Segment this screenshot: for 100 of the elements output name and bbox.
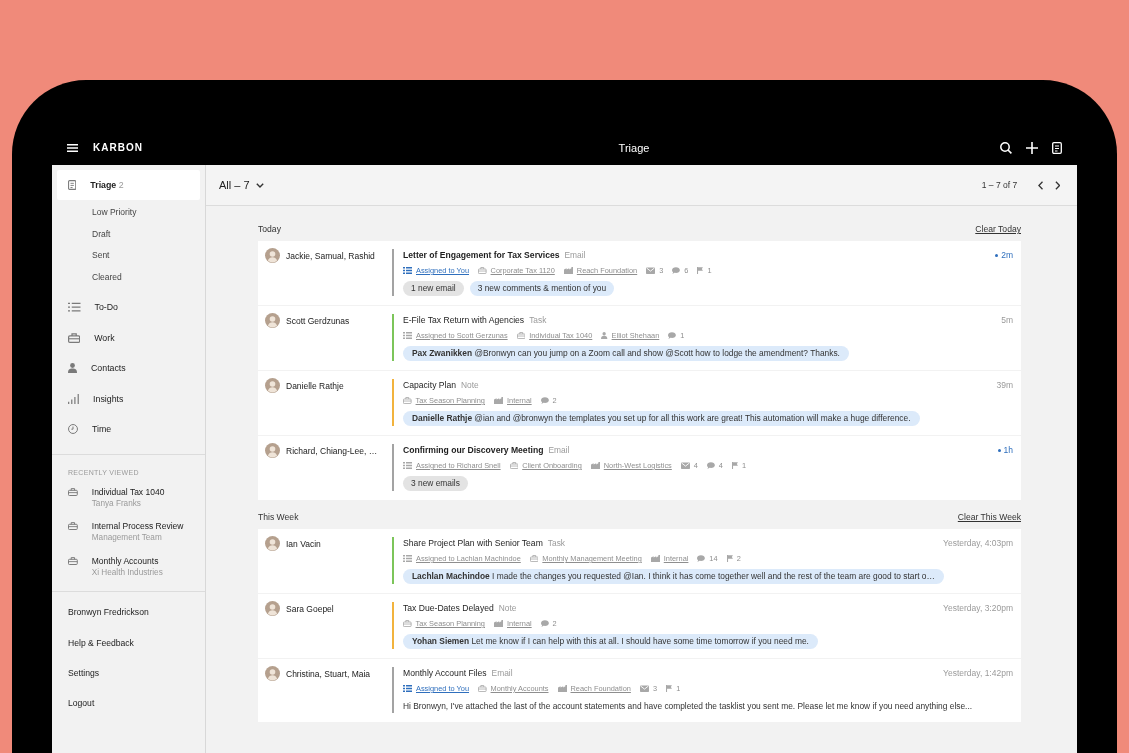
- item-title[interactable]: Capacity Plan: [403, 379, 457, 392]
- search-icon[interactable]: [1000, 141, 1012, 154]
- sidebar-item[interactable]: Work: [57, 322, 200, 354]
- filter-dropdown[interactable]: All – 7: [219, 179, 264, 191]
- briefcase-icon: [403, 620, 412, 627]
- unread-dot-icon: [995, 254, 999, 257]
- triage-card[interactable]: [258, 659, 1021, 722]
- item-title[interactable]: E-File Tax Return with Agencies: [403, 314, 525, 327]
- factory-icon: [494, 397, 503, 404]
- briefcase-icon: [403, 397, 412, 404]
- sidebar-link[interactable]: Bronwyn Fredrickson: [52, 597, 205, 628]
- participant-names: Ian Vacin: [286, 538, 321, 549]
- envelope-icon: [646, 267, 656, 274]
- briefcase-icon: [68, 556, 78, 565]
- briefcase-icon: [509, 462, 519, 469]
- item-time: Yesterday, 4:03pm: [943, 537, 1013, 550]
- notification-chip[interactable]: 3 new comments & mention of you: [469, 281, 615, 296]
- item-title[interactable]: Monthly Account Files: [403, 667, 487, 680]
- envelope-icon: [680, 462, 690, 469]
- recent-item-link[interactable]: Monthly Accounts: [91, 554, 163, 567]
- briefcase-icon: [68, 522, 78, 531]
- brand-name: KARBON: [93, 142, 143, 153]
- factory-icon: [590, 462, 600, 469]
- item-type: Task: [547, 537, 566, 550]
- document-icon[interactable]: [1052, 141, 1062, 154]
- notification-chip[interactable]: 3 new emails: [403, 476, 468, 491]
- notification-chip[interactable]: 1 new email: [403, 281, 464, 296]
- item-time: Yesterday, 3:20pm: [943, 602, 1013, 615]
- recent-item-subtitle: Xi Health Industries: [91, 566, 163, 579]
- factory-icon: [650, 555, 660, 562]
- participant-names: Jackie, Samual, Rashid: [286, 250, 375, 261]
- bar-chart-icon: [68, 393, 80, 404]
- sidebar-item[interactable]: Insights: [57, 383, 200, 415]
- item-time: 5m: [1001, 314, 1013, 327]
- avatar-icon: [265, 443, 280, 458]
- chevron-right-icon[interactable]: [1054, 180, 1060, 190]
- comment-icon: [540, 620, 549, 627]
- item-time: 2m: [1001, 249, 1013, 262]
- briefcase-icon: [478, 267, 487, 274]
- participant-names: Richard, Chiang-Lee, …: [286, 445, 378, 456]
- item-title[interactable]: Share Project Plan with Senior Team: [403, 537, 543, 550]
- list-icon: [403, 555, 412, 562]
- plus-icon[interactable]: [1026, 141, 1038, 154]
- item-title[interactable]: Tax Due-Dates Delayed: [403, 602, 494, 615]
- sidebar-link[interactable]: Logout: [52, 688, 205, 719]
- item-type: Email: [548, 444, 570, 457]
- clear-link[interactable]: Clear This Week: [957, 511, 1021, 523]
- recent-item-link[interactable]: Internal Process Review: [91, 520, 184, 533]
- comment-bubble: Pax Zwanikken @Bronwyn can you jump on a Zoom call and show @Scott how to lodge the amendment? Thanks.: [403, 346, 849, 361]
- page-title: Triage: [618, 141, 650, 154]
- comment-bubble: Yohan Siemen Let me know if I can help with this at all. I should have some time tomorrow if you need me.: [403, 634, 818, 649]
- item-title[interactable]: Confirming our Discovery Meeting: [403, 444, 544, 457]
- comment-icon: [672, 267, 681, 274]
- sidebar-link[interactable]: Settings: [52, 657, 205, 689]
- comment-icon: [697, 555, 706, 562]
- triage-card[interactable]: [258, 529, 1021, 593]
- recent-item-subtitle: Management Team: [91, 532, 163, 545]
- comment-bubble: Lachlan Machindoe I made the changes you requested @Ian. I think it has come together well and the rest of the team are good to start o…: [403, 569, 944, 584]
- item-type: Task: [529, 314, 547, 327]
- clear-link[interactable]: Clear Today: [975, 223, 1021, 235]
- list-icon: [403, 462, 412, 469]
- factory-icon: [557, 685, 567, 692]
- section-heading: This Week: [258, 511, 299, 523]
- unread-dot-icon: [997, 449, 1001, 452]
- item-type: Note: [498, 602, 517, 615]
- sidebar-item[interactable]: Time: [57, 414, 200, 445]
- participant-names: Christina, Stuart, Maia: [286, 668, 371, 679]
- sidebar-subitem[interactable]: Low Priority: [52, 201, 205, 223]
- flag-icon: [666, 685, 673, 692]
- menu-icon[interactable]: [67, 143, 78, 152]
- comment-icon: [706, 462, 715, 469]
- recent-item-link[interactable]: Individual Tax 1040: [91, 485, 165, 498]
- briefcase-icon: [516, 332, 526, 339]
- sidebar-item[interactable]: To-Do: [57, 292, 200, 323]
- avatar-icon: [265, 666, 280, 681]
- avatar-icon: [265, 378, 280, 393]
- page-range: 1 – 7 of 7: [981, 180, 1018, 190]
- sidebar-subitem[interactable]: Cleared: [52, 266, 205, 289]
- clock-icon: [68, 424, 78, 435]
- briefcase-icon: [68, 487, 78, 496]
- avatar-icon: [265, 313, 280, 328]
- sidebar-subitem[interactable]: Draft: [52, 222, 205, 245]
- avatar-icon: [265, 536, 280, 551]
- list-icon: [403, 267, 412, 274]
- sidebar-item[interactable]: Contacts: [57, 353, 200, 384]
- flag-icon: [697, 267, 704, 274]
- factory-icon: [563, 267, 573, 274]
- briefcase-icon: [68, 332, 81, 343]
- triage-card[interactable]: [258, 306, 1021, 370]
- list-icon: [403, 685, 412, 692]
- item-title[interactable]: Letter of Engagement for Tax Services: [403, 249, 560, 262]
- person-icon: [601, 332, 608, 339]
- chevron-left-icon[interactable]: [1038, 180, 1044, 190]
- briefcase-icon: [529, 555, 539, 562]
- sidebar-item[interactable]: Triage 2: [57, 170, 200, 200]
- sidebar-subitem[interactable]: Sent: [52, 244, 205, 267]
- sidebar-link[interactable]: Help & Feedback: [52, 627, 205, 658]
- triage-card[interactable]: [258, 371, 1021, 435]
- envelope-icon: [639, 685, 649, 692]
- chevron-down-icon: [255, 182, 264, 188]
